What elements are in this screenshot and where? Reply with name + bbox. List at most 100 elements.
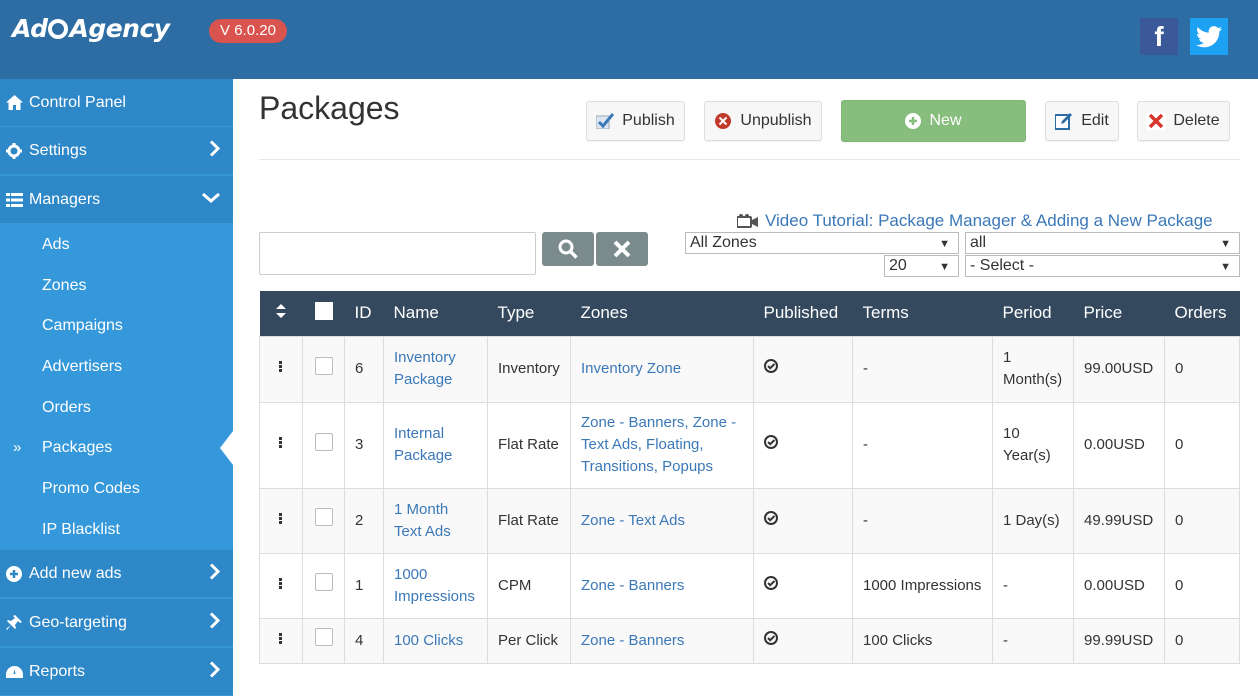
caret-down-icon: ▼ [1220, 238, 1231, 250]
row-checkbox[interactable] [314, 508, 333, 526]
th-type[interactable]: Type [488, 291, 571, 336]
publish-label: Publish [622, 112, 675, 129]
select-all-header[interactable] [303, 291, 345, 336]
publish-button[interactable]: Publish [586, 101, 685, 141]
submenu-label: Campaigns [42, 316, 123, 334]
sidebar-item-reports[interactable]: Reports [0, 648, 233, 696]
submenu-item-promo-codes[interactable]: Promo Codes [0, 468, 233, 509]
submenu-item-orders[interactable]: Orders [0, 387, 233, 428]
cell-period: - [992, 552, 1074, 619]
check-icon [596, 113, 615, 129]
drag-handle[interactable] [259, 401, 303, 489]
submenu-label: Packages [42, 438, 113, 456]
sidebar-item-geo-targeting[interactable]: Geo-targeting [0, 599, 233, 647]
sidebar-item-label: Geo-targeting [29, 613, 127, 631]
th-price[interactable]: Price [1074, 291, 1165, 336]
table-row: 4 100 Clicks Per Click Zone - Banners 10… [259, 617, 1240, 664]
th-name[interactable]: Name [384, 291, 488, 336]
row-checkbox[interactable] [314, 573, 333, 591]
cell-orders: 0 [1164, 335, 1240, 403]
drag-handle[interactable] [259, 552, 303, 619]
package-name-link[interactable]: 100 Clicks [394, 632, 463, 649]
cell-id: 2 [344, 487, 384, 554]
drag-handle-icon [279, 512, 283, 525]
delete-button[interactable]: Delete [1137, 101, 1230, 141]
zones-filter-value: All Zones [690, 234, 757, 251]
submenu-label: Promo Codes [42, 479, 140, 497]
zones-link[interactable]: Zone - Banners [581, 632, 684, 649]
zones-link[interactable]: Zone - Banners, Zone - Text Ads, Floatin… [581, 414, 736, 475]
chevron-right-icon [209, 139, 221, 162]
edit-button[interactable]: Edit [1045, 101, 1119, 141]
row-checkbox[interactable] [314, 628, 333, 646]
video-tutorial-link[interactable]: Video Tutorial: Package Manager & Adding… [737, 211, 1213, 231]
sidebar-item-control-panel[interactable]: Control Panel [0, 79, 233, 127]
sidebar-item-label: Add new ads [29, 564, 122, 582]
submenu-item-campaigns[interactable]: Campaigns [0, 305, 233, 346]
th-period[interactable]: Period [993, 291, 1074, 336]
sidebar-item-settings[interactable]: Settings [0, 127, 233, 175]
published-check-icon[interactable] [764, 630, 778, 645]
package-name-link[interactable]: Internal Package [394, 425, 452, 464]
search-button[interactable] [542, 232, 594, 266]
drag-handle-icon [279, 360, 283, 373]
search-icon [558, 239, 578, 259]
package-name-link[interactable]: 1 Month Text Ads [394, 501, 451, 540]
th-id[interactable]: ID [345, 291, 384, 336]
submenu-item-ads[interactable]: Ads [0, 224, 233, 265]
chevron-down-icon [201, 191, 221, 209]
th-zones[interactable]: Zones [571, 291, 754, 336]
sidebar-item-managers[interactable]: Managers [0, 176, 233, 224]
published-check-icon[interactable] [764, 510, 778, 525]
status-filter-select[interactable]: all ▼ [965, 232, 1240, 254]
cell-type: Flat Rate [487, 401, 571, 489]
secondary-filter-select[interactable]: - Select - ▼ [965, 255, 1240, 277]
zones-link[interactable]: Zone - Banners [581, 577, 684, 594]
published-check-icon[interactable] [764, 359, 778, 373]
facebook-icon[interactable]: f [1140, 18, 1178, 55]
submenu-item-ip-blacklist[interactable]: IP Blacklist [0, 509, 233, 550]
sidebar-item-add-new-ads[interactable]: Add new ads [0, 550, 233, 598]
submenu-item-advertisers[interactable]: Advertisers [0, 346, 233, 387]
drag-handle[interactable] [259, 335, 303, 403]
plus-circle-icon [5, 565, 23, 583]
cell-price: 99.99USD [1073, 617, 1165, 664]
published-check-icon[interactable] [764, 575, 778, 590]
submenu-item-zones[interactable]: Zones [0, 265, 233, 306]
unpublish-button[interactable]: Unpublish [704, 101, 822, 141]
submenu-item-packages[interactable]: » Packages [0, 427, 233, 468]
package-name-link[interactable]: 1000 Impressions [394, 566, 475, 605]
published-check-icon[interactable] [764, 435, 778, 449]
th-published[interactable]: Published [754, 291, 853, 336]
cell-name: 1 Month Text Ads [383, 487, 488, 554]
plus-circle-icon [905, 113, 922, 129]
drag-handle[interactable] [259, 487, 303, 554]
logo-text-left: Ad [12, 14, 48, 43]
cell-id: 4 [344, 617, 384, 664]
select-all-checkbox[interactable] [314, 301, 333, 320]
row-checkbox[interactable] [314, 356, 333, 375]
video-camera-icon [737, 214, 758, 228]
sort-handle-header[interactable] [260, 291, 303, 336]
home-icon [5, 94, 23, 112]
th-terms[interactable]: Terms [853, 291, 993, 336]
submenu-label: IP Blacklist [42, 520, 120, 538]
zones-filter-select[interactable]: All Zones ▼ [685, 232, 959, 254]
table-row: 6 Inventory Package Inventory Inventory … [259, 335, 1240, 403]
new-button[interactable]: New [841, 100, 1026, 142]
zones-link[interactable]: Inventory Zone [581, 360, 681, 377]
limit-select[interactable]: 20 ▼ [884, 255, 959, 277]
sidebar-item-label: Settings [29, 141, 87, 159]
row-checkbox[interactable] [314, 432, 333, 451]
th-orders[interactable]: Orders [1165, 291, 1240, 336]
twitter-icon[interactable] [1190, 18, 1228, 55]
search-input[interactable] [259, 232, 536, 275]
chevron-right-icon [209, 562, 221, 585]
clear-search-button[interactable] [596, 232, 648, 266]
sidebar-item-label: Control Panel [29, 93, 126, 111]
zones-link[interactable]: Zone - Text Ads [581, 512, 685, 529]
cell-orders: 0 [1164, 617, 1240, 664]
package-name-link[interactable]: Inventory Package [394, 349, 456, 388]
app-logo[interactable]: Ad Agency [12, 14, 170, 43]
drag-handle[interactable] [259, 617, 303, 664]
